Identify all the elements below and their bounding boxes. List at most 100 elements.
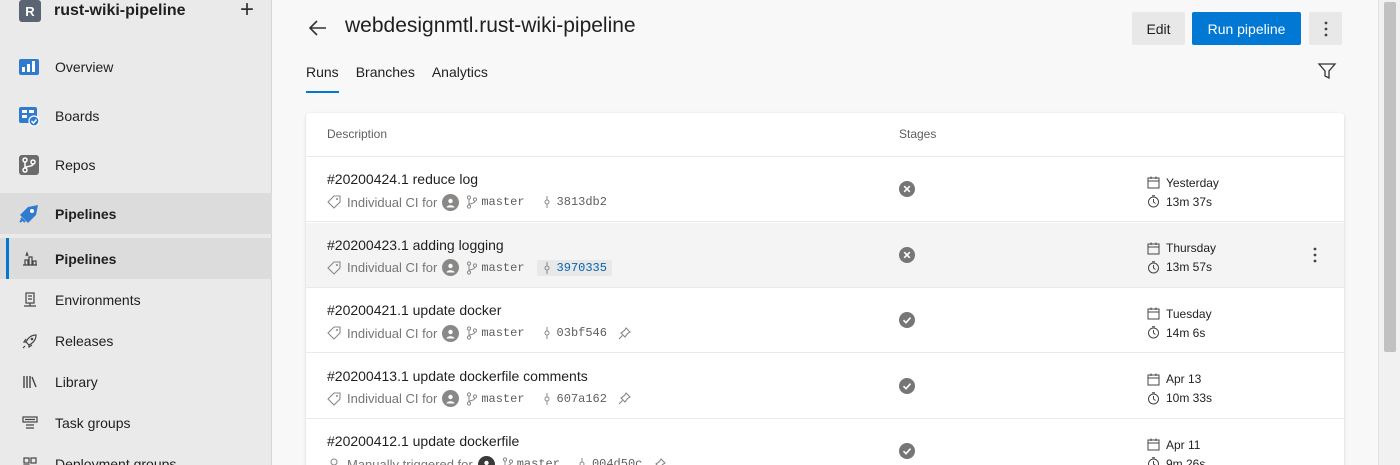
branch-name[interactable]: master [481,261,524,275]
commit-link[interactable]: 004d50c [572,456,647,465]
subnav-item-releases[interactable]: Releases [0,320,272,361]
run-title[interactable]: #20200413.1 update dockerfile comments [327,368,588,384]
nav-item-pipelines[interactable]: Pipelines [0,193,272,234]
branch-name[interactable]: master [481,392,524,406]
deployment-groups-icon [22,456,38,465]
branch-name[interactable]: master [517,457,560,465]
commit-id[interactable]: 3813db2 [557,195,607,209]
nav-item-label: Repos [55,156,96,173]
tab-runs[interactable]: Runs [306,62,339,94]
trigger-text: Individual CI for [347,194,438,210]
subnav-item-pipelines[interactable]: Pipelines [0,238,272,279]
commit-id[interactable]: 3970335 [557,261,607,275]
project-name[interactable]: rust-wiki-pipeline [54,2,186,20]
project-header: R rust-wiki-pipeline + [0,0,272,30]
table-row[interactable]: #20200423.1 adding logging Individual CI… [306,222,1344,288]
branch-name[interactable]: master [481,195,524,209]
clock-icon [1148,195,1159,208]
failed-status-icon[interactable] [899,246,915,263]
run-meta: Individual CI for master 607a162 [327,390,631,408]
run-meta: Manually triggered for master 004d50c [327,455,667,465]
back-arrow-icon[interactable] [306,17,330,39]
calendar-icon [1147,438,1160,451]
nav-item-label: Boards [55,107,100,124]
repos-icon [18,154,40,176]
table-row[interactable]: #20200421.1 update docker Individual CI … [306,288,1344,353]
tag-icon [330,458,338,465]
failed-status-icon[interactable] [899,181,915,197]
run-date: Apr 13 [1166,372,1202,386]
run-pipeline-button[interactable]: Run pipeline [1192,12,1301,45]
calendar-icon [1147,307,1160,320]
commit-link[interactable]: 03bf546 [537,325,612,341]
subnav-item-label: Pipelines [55,250,117,267]
branch-icon [467,195,478,209]
commit-id[interactable]: 03bf546 [557,326,607,340]
subnav-item-label: Library [55,373,98,390]
commit-icon [579,458,585,465]
subnav-item-environments[interactable]: Environments [0,279,272,320]
run-title[interactable]: #20200421.1 update docker [327,302,501,318]
run-duration: 13m 57s [1166,260,1213,274]
nav-item-overview[interactable]: Overview [0,46,272,87]
trigger-text: Manually triggered for [347,456,473,465]
edit-button[interactable]: Edit [1132,12,1185,45]
commit-id[interactable]: 607a162 [557,392,607,406]
table-row[interactable]: #20200413.1 update dockerfile comments I… [306,354,1344,419]
run-duration: 9m 26s [1166,456,1206,465]
run-duration: 10m 33s [1166,391,1213,405]
scrollbar[interactable] [1378,0,1400,465]
run-title[interactable]: #20200412.1 update dockerfile [327,433,519,449]
avatar [477,455,495,465]
commit-id[interactable]: 004d50c [592,457,642,465]
table-row[interactable]: #20200424.1 reduce log Individual CI for… [306,157,1344,222]
run-meta: Individual CI for master 3970335 [327,259,612,277]
succeeded-status-icon[interactable] [899,312,915,328]
more-options-button[interactable] [1309,12,1342,45]
run-title[interactable]: #20200424.1 reduce log [327,171,478,187]
run-date: Apr 11 [1166,437,1201,452]
commit-icon [544,392,550,405]
pin-icon[interactable] [618,326,631,340]
sidebar: R rust-wiki-pipeline + Overview Boards R… [0,0,272,465]
row-more-icon[interactable] [1306,245,1324,265]
subnav-item-task-groups[interactable]: Task groups [0,402,272,443]
scrollbar-thumb[interactable] [1384,2,1396,352]
branch-icon [467,260,478,275]
column-header-description: Description [327,127,388,141]
table-row[interactable]: #20200412.1 update dockerfile Manually t… [306,419,1344,465]
more-vertical-icon [1324,21,1327,36]
run-title[interactable]: #20200423.1 adding logging [327,237,504,253]
calendar-icon [1147,373,1160,385]
project-avatar[interactable]: R [19,0,41,22]
tab-analytics[interactable]: Analytics [432,62,488,94]
tab-branches[interactable]: Branches [356,62,415,94]
subnav-item-library[interactable]: Library [0,361,272,402]
commit-link[interactable]: 607a162 [537,391,612,407]
filter-icon[interactable] [1317,61,1337,81]
succeeded-status-icon[interactable] [899,443,915,459]
commit-link[interactable]: 3813db2 [537,194,612,210]
succeeded-status-icon[interactable] [899,377,915,394]
commit-link[interactable]: 3970335 [536,259,612,276]
avatar [442,193,460,211]
run-time: Yesterday 13m 37s [1147,173,1219,211]
run-meta: Individual CI for master 3813db2 [327,193,612,211]
pin-icon[interactable] [618,392,631,405]
commit-icon [544,196,550,208]
nav-item-boards[interactable]: Boards [0,95,272,136]
add-icon[interactable]: + [237,0,257,22]
nav-item-label: Overview [55,58,114,75]
branch-name[interactable]: master [481,326,524,340]
nav-item-repos[interactable]: Repos [0,144,272,185]
calendar-icon [1147,242,1160,254]
avatar [442,390,460,407]
run-meta: Individual CI for master 03bf546 [327,324,631,342]
branch-icon [467,326,478,340]
environments-icon [22,291,38,308]
main-content: webdesignmtl.rust-wiki-pipeline Edit Run… [272,0,1378,465]
subnav-item-deployment-groups[interactable]: Deployment groups [0,443,272,465]
pin-icon[interactable] [653,457,667,465]
runs-table: Description Stages #20200424.1 reduce lo… [306,113,1344,465]
run-date: Yesterday [1166,175,1219,190]
